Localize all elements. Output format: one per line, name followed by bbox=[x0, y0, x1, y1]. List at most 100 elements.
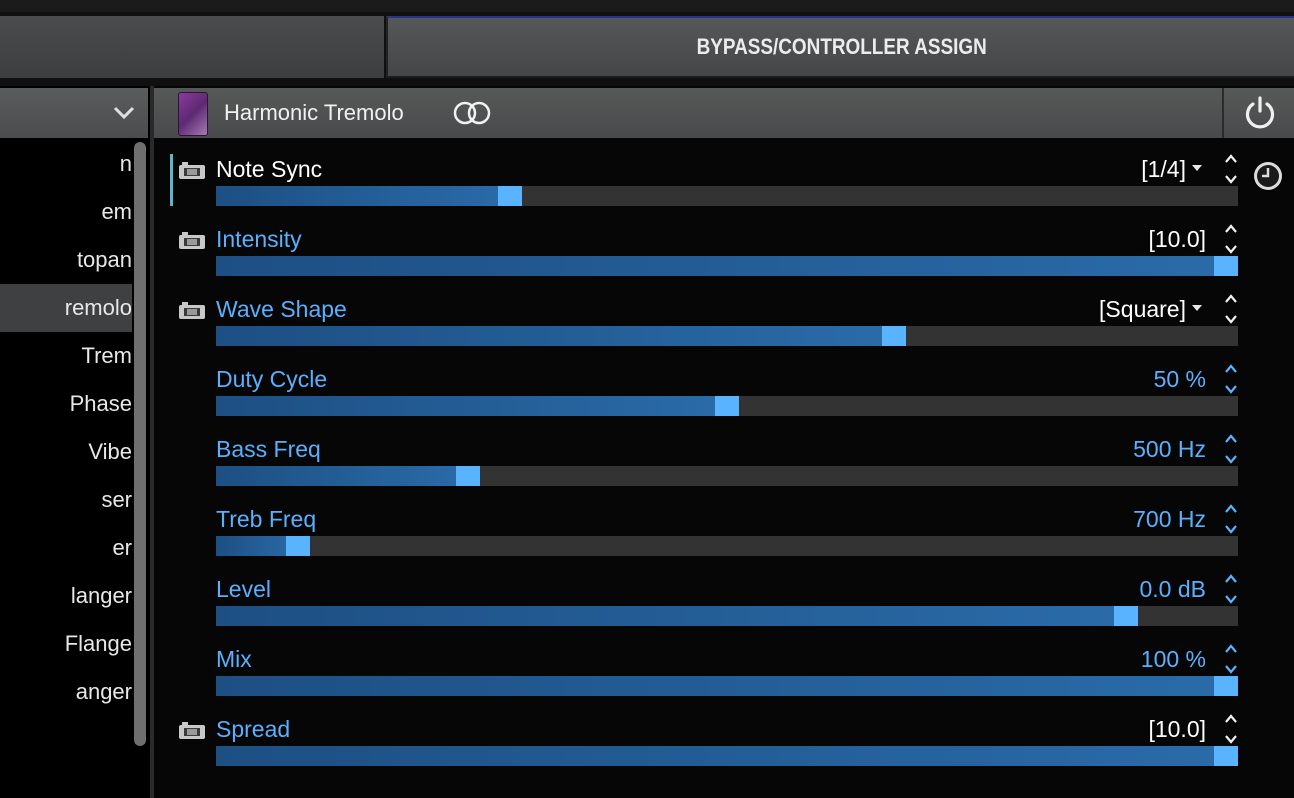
effect-list-item[interactable]: em bbox=[0, 188, 132, 236]
param-slider-thumb[interactable] bbox=[1214, 746, 1238, 766]
param-name: Duty Cycle bbox=[216, 366, 328, 392]
param-name: Intensity bbox=[216, 226, 302, 252]
camera-icon[interactable] bbox=[178, 722, 206, 740]
power-button[interactable] bbox=[1222, 88, 1294, 138]
effect-list-item[interactable]: ser bbox=[0, 476, 132, 524]
param-slider[interactable] bbox=[216, 396, 1238, 416]
camera-icon[interactable] bbox=[178, 232, 206, 250]
stepper-arrows-icon[interactable] bbox=[1224, 362, 1238, 396]
param-value[interactable]: [10.0] bbox=[1148, 714, 1206, 744]
param-slider-fill bbox=[216, 746, 1226, 766]
effect-list-item-label: anger bbox=[75, 679, 132, 704]
param-slider-fill bbox=[216, 256, 1226, 276]
stepper-arrows-icon[interactable] bbox=[1224, 712, 1238, 746]
effect-list-item-label: topan bbox=[76, 247, 132, 272]
stepper-arrows-icon[interactable] bbox=[1224, 572, 1238, 606]
link-rings-icon[interactable] bbox=[450, 100, 494, 126]
param-value[interactable]: [Square] bbox=[1099, 294, 1186, 324]
param-row: Bass Freq 500 Hz bbox=[154, 430, 1254, 500]
param-slider-fill bbox=[216, 466, 468, 486]
effect-list-item-label: Phase bbox=[69, 391, 132, 416]
effect-list-panel: n em topan remolo Trem Phase Vibe ser er langer Fl… bbox=[0, 86, 150, 798]
effect-list-item-label: Flange bbox=[64, 631, 132, 656]
param-name: Treb Freq bbox=[216, 506, 317, 532]
param-name: Mix bbox=[216, 646, 252, 672]
stepper-arrows-icon[interactable] bbox=[1224, 502, 1238, 536]
tab-bypass-label: BYPASS/CONTROLLER ASSIGN bbox=[696, 34, 988, 59]
param-slider-thumb[interactable] bbox=[1214, 676, 1238, 696]
param-value[interactable]: 100 % bbox=[1141, 644, 1206, 674]
stepper-arrows-icon[interactable] bbox=[1224, 152, 1238, 186]
param-row: Mix 100 % bbox=[154, 640, 1254, 710]
param-slider[interactable] bbox=[216, 256, 1238, 276]
param-value[interactable]: 50 % bbox=[1154, 364, 1206, 394]
dropdown-arrow-icon[interactable] bbox=[1191, 304, 1203, 312]
param-slider[interactable] bbox=[216, 536, 1238, 556]
stepper-arrows-icon[interactable] bbox=[1224, 432, 1238, 466]
param-value[interactable]: [1/4] bbox=[1141, 154, 1186, 184]
param-slider-fill bbox=[216, 606, 1126, 626]
camera-icon[interactable] bbox=[178, 302, 206, 320]
effect-list-item[interactable]: topan bbox=[0, 236, 132, 284]
effect-list-item[interactable]: Phase bbox=[0, 380, 132, 428]
param-slider-thumb[interactable] bbox=[882, 326, 906, 346]
effect-category-dropdown[interactable] bbox=[0, 88, 148, 138]
parameter-list: Note Sync [1/4] Intensity [10.0] Wave Shape [… bbox=[154, 150, 1254, 780]
effect-title: Harmonic Tremolo bbox=[224, 100, 404, 125]
param-slider-thumb[interactable] bbox=[456, 466, 480, 486]
param-slider[interactable] bbox=[216, 466, 1238, 486]
stepper-arrows-icon[interactable] bbox=[1224, 292, 1238, 326]
tab-left[interactable] bbox=[0, 16, 384, 78]
param-slider[interactable] bbox=[216, 676, 1238, 696]
effect-list-item[interactable]: Flange bbox=[0, 620, 132, 668]
param-value[interactable]: 500 Hz bbox=[1133, 434, 1206, 464]
effect-list-item-label: Vibe bbox=[88, 439, 132, 464]
effect-list-item-label: n bbox=[119, 151, 132, 176]
param-row: Note Sync [1/4] bbox=[154, 150, 1254, 220]
effect-list-item-label: er bbox=[112, 535, 132, 560]
param-slider-fill bbox=[216, 326, 894, 346]
param-slider-thumb[interactable] bbox=[1114, 606, 1138, 626]
param-slider-thumb[interactable] bbox=[1214, 256, 1238, 276]
camera-icon[interactable] bbox=[178, 162, 206, 180]
param-slider-thumb[interactable] bbox=[715, 396, 739, 416]
effect-header: Harmonic Tremolo bbox=[154, 88, 1222, 138]
param-value[interactable]: 0.0 dB bbox=[1140, 574, 1207, 604]
param-slider[interactable] bbox=[216, 326, 1238, 346]
param-slider-thumb[interactable] bbox=[498, 186, 522, 206]
stepper-arrows-icon[interactable] bbox=[1224, 222, 1238, 256]
effect-list-item[interactable]: remolo bbox=[0, 284, 132, 332]
param-row: Level 0.0 dB bbox=[154, 570, 1254, 640]
param-row: Intensity [10.0] bbox=[154, 220, 1254, 290]
param-slider[interactable] bbox=[216, 186, 1238, 206]
chevron-down-icon[interactable] bbox=[112, 104, 136, 122]
effect-list-item-label: em bbox=[101, 199, 132, 224]
effect-list-item[interactable]: n bbox=[0, 140, 132, 188]
effect-list-scrollbar[interactable] bbox=[134, 142, 146, 746]
param-name: Wave Shape bbox=[216, 296, 347, 322]
param-slider-fill bbox=[216, 676, 1226, 696]
top-bar bbox=[0, 0, 1294, 12]
param-slider-fill bbox=[216, 396, 727, 416]
param-row: Spread [10.0] bbox=[154, 710, 1254, 780]
tab-bypass-controller-assign[interactable]: BYPASS/CONTROLLER ASSIGN bbox=[386, 16, 1294, 78]
param-value[interactable]: 700 Hz bbox=[1133, 504, 1206, 534]
effect-list-item[interactable]: Vibe bbox=[0, 428, 132, 476]
param-value[interactable]: [10.0] bbox=[1148, 224, 1206, 254]
param-slider[interactable] bbox=[216, 746, 1238, 766]
dropdown-arrow-icon[interactable] bbox=[1191, 164, 1203, 172]
effect-list-item[interactable]: Trem bbox=[0, 332, 132, 380]
effect-list-item-label: ser bbox=[101, 487, 132, 512]
param-name: Spread bbox=[216, 716, 291, 742]
stepper-arrows-icon[interactable] bbox=[1224, 642, 1238, 676]
effect-list-item[interactable]: er bbox=[0, 524, 132, 572]
effect-list: n em topan remolo Trem Phase Vibe ser er langer Fl… bbox=[0, 140, 132, 716]
param-slider-thumb[interactable] bbox=[286, 536, 310, 556]
effect-list-item[interactable]: anger bbox=[0, 668, 132, 716]
clock-icon[interactable] bbox=[1252, 160, 1284, 192]
effect-list-item-label: langer bbox=[70, 583, 132, 608]
param-name: Note Sync bbox=[216, 156, 323, 182]
effect-list-item-label: Trem bbox=[81, 343, 132, 368]
effect-list-item[interactable]: langer bbox=[0, 572, 132, 620]
param-slider[interactable] bbox=[216, 606, 1238, 626]
